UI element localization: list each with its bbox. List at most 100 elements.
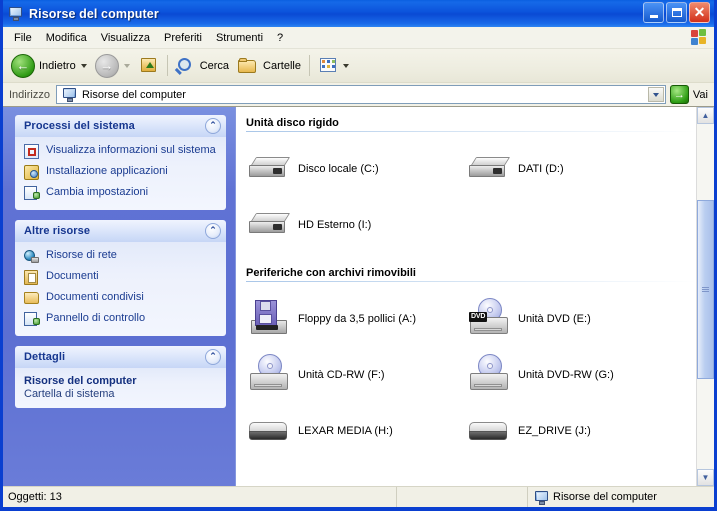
go-button[interactable]: → Vai <box>666 84 714 105</box>
task-network-places[interactable]: Risorse di rete <box>24 249 220 265</box>
search-label: Cerca <box>199 59 230 72</box>
minimize-icon <box>649 14 658 18</box>
up-folder-icon <box>140 58 156 72</box>
panel-header[interactable]: Dettagli ⌃ <box>15 346 226 368</box>
panel-title: Processi del sistema <box>24 120 135 132</box>
drive-item[interactable]: EZ_DRIVE (J:) <box>466 403 686 459</box>
title-bar: Risorse del computer ✕ <box>3 0 714 27</box>
chevron-down-icon <box>652 92 659 97</box>
drive-item[interactable]: DATI (D:) <box>466 141 686 197</box>
drive-item[interactable]: Unità CD-RW (F:) <box>246 347 466 403</box>
drive-label: Unità DVD-RW (G:) <box>518 369 614 381</box>
back-arrow-icon: ← <box>11 53 35 78</box>
change-settings-icon <box>24 186 40 202</box>
task-label: Cambia impostazioni <box>46 186 149 198</box>
scroll-thumb[interactable] <box>697 199 714 380</box>
scroll-grip-icon <box>702 286 709 293</box>
views-button[interactable] <box>314 53 353 79</box>
search-button[interactable]: Cerca <box>172 53 233 79</box>
drive-item[interactable]: HD Esterno (I:) <box>246 197 466 253</box>
address-input[interactable]: Risorse del computer <box>55 85 666 104</box>
panel-body: Visualizza informazioni sul sistema Inst… <box>15 137 226 210</box>
task-shared-documents[interactable]: Documenti condivisi <box>24 291 220 307</box>
address-value: Risorse del computer <box>81 88 186 101</box>
hard-drive-icon <box>246 202 294 248</box>
task-label: Visualizza informazioni sul sistema <box>46 144 216 156</box>
menu-visualizza[interactable]: Visualizza <box>94 30 157 46</box>
forward-button[interactable]: → <box>91 53 134 79</box>
views-dropdown-caret-icon[interactable] <box>342 63 349 68</box>
folders-button[interactable]: Cartelle <box>233 53 305 79</box>
task-system-info[interactable]: Visualizza informazioni sul sistema <box>24 144 220 160</box>
dvd-badge: DVD <box>469 312 488 322</box>
views-icon <box>319 57 336 72</box>
address-bar: Indirizzo Risorse del computer → Vai <box>3 83 714 107</box>
toolbar: ← Indietro → Cerca Cartelle <box>3 49 714 83</box>
drive-label: EZ_DRIVE (J:) <box>518 425 591 437</box>
task-add-remove-programs[interactable]: Installazione applicazioni <box>24 165 220 181</box>
task-documents[interactable]: Documenti <box>24 270 220 286</box>
documents-icon <box>24 270 40 286</box>
section-removable: Periferiche con archivi rimovibili <box>246 267 696 282</box>
hard-drives-grid: Disco locale (C:) DATI (D:) HD Esterno (… <box>246 141 714 253</box>
back-button[interactable]: ← Indietro <box>7 53 91 79</box>
chevron-up-icon[interactable]: ⌃ <box>205 349 221 365</box>
panel-system-tasks: Processi del sistema ⌃ Visualizza inform… <box>15 115 226 210</box>
section-divider <box>246 131 696 132</box>
scroll-down-button[interactable]: ▼ <box>697 469 714 486</box>
task-change-settings[interactable]: Cambia impostazioni <box>24 186 220 202</box>
drive-item[interactable]: Floppy da 3,5 pollici (A:) <box>246 291 466 347</box>
menu-modifica[interactable]: Modifica <box>39 30 94 46</box>
file-list-pane: Unità disco rigido Disco locale (C:) DAT… <box>235 107 714 486</box>
menu-help[interactable]: ? <box>270 30 290 46</box>
scroll-track[interactable] <box>697 124 714 469</box>
folders-icon <box>238 57 257 73</box>
dvd-drive-icon: DVD <box>466 296 514 342</box>
maximize-icon <box>671 8 682 17</box>
chevron-up-icon[interactable]: ⌃ <box>205 118 221 134</box>
drive-item[interactable]: DVD Unità DVD (E:) <box>466 291 686 347</box>
drive-label: Unità DVD (E:) <box>518 313 591 325</box>
drive-label: HD Esterno (I:) <box>298 219 372 231</box>
panel-other-places: Altre risorse ⌃ Risorse di rete Document… <box>15 220 226 336</box>
my-computer-icon <box>8 6 24 22</box>
up-button[interactable] <box>134 53 163 79</box>
panel-header[interactable]: Processi del sistema ⌃ <box>15 115 226 137</box>
menu-preferiti[interactable]: Preferiti <box>157 30 209 46</box>
drive-label: Unità CD-RW (F:) <box>298 369 385 381</box>
explorer-window: Risorse del computer ✕ File Modifica Vis… <box>0 0 717 511</box>
address-dropdown-button[interactable] <box>647 87 664 102</box>
status-middle-pane <box>397 487 528 507</box>
task-label: Installazione applicazioni <box>46 165 168 177</box>
menu-strumenti[interactable]: Strumenti <box>209 30 270 46</box>
address-label: Indirizzo <box>9 88 50 101</box>
section-title: Periferiche con archivi rimovibili <box>246 267 416 279</box>
menu-file[interactable]: File <box>7 30 39 46</box>
task-control-panel[interactable]: Pannello di controllo <box>24 312 220 328</box>
back-dropdown-caret-icon[interactable] <box>80 63 87 68</box>
vertical-scrollbar[interactable]: ▲ ▼ <box>696 107 714 486</box>
drive-item[interactable]: LEXAR MEDIA (H:) <box>246 403 466 459</box>
task-label: Documenti condivisi <box>46 291 144 303</box>
go-label: Vai <box>692 88 708 101</box>
close-button[interactable]: ✕ <box>689 2 710 23</box>
drive-item[interactable]: Disco locale (C:) <box>246 141 466 197</box>
menu-bar: File Modifica Visualizza Preferiti Strum… <box>3 27 714 49</box>
windows-flag-icon[interactable] <box>691 29 708 46</box>
toolbar-separator-2 <box>308 55 310 76</box>
drive-item[interactable]: Unità DVD-RW (G:) <box>466 347 686 403</box>
details-name: Risorse del computer <box>24 375 137 387</box>
section-title: Unità disco rigido <box>246 117 339 129</box>
scroll-up-button[interactable]: ▲ <box>697 107 714 124</box>
status-location-label: Risorse del computer <box>553 491 657 503</box>
back-label: Indietro <box>39 59 76 72</box>
chevron-up-icon[interactable]: ⌃ <box>205 223 221 239</box>
network-icon <box>24 249 40 265</box>
panel-body: Risorse del computer Cartella di sistema <box>15 368 226 408</box>
my-computer-icon <box>62 87 77 102</box>
maximize-button[interactable] <box>666 2 687 23</box>
panel-header[interactable]: Altre risorse ⌃ <box>15 220 226 242</box>
minimize-button[interactable] <box>643 2 664 23</box>
floppy-drive-icon <box>246 296 294 342</box>
hard-drive-icon <box>466 146 514 192</box>
